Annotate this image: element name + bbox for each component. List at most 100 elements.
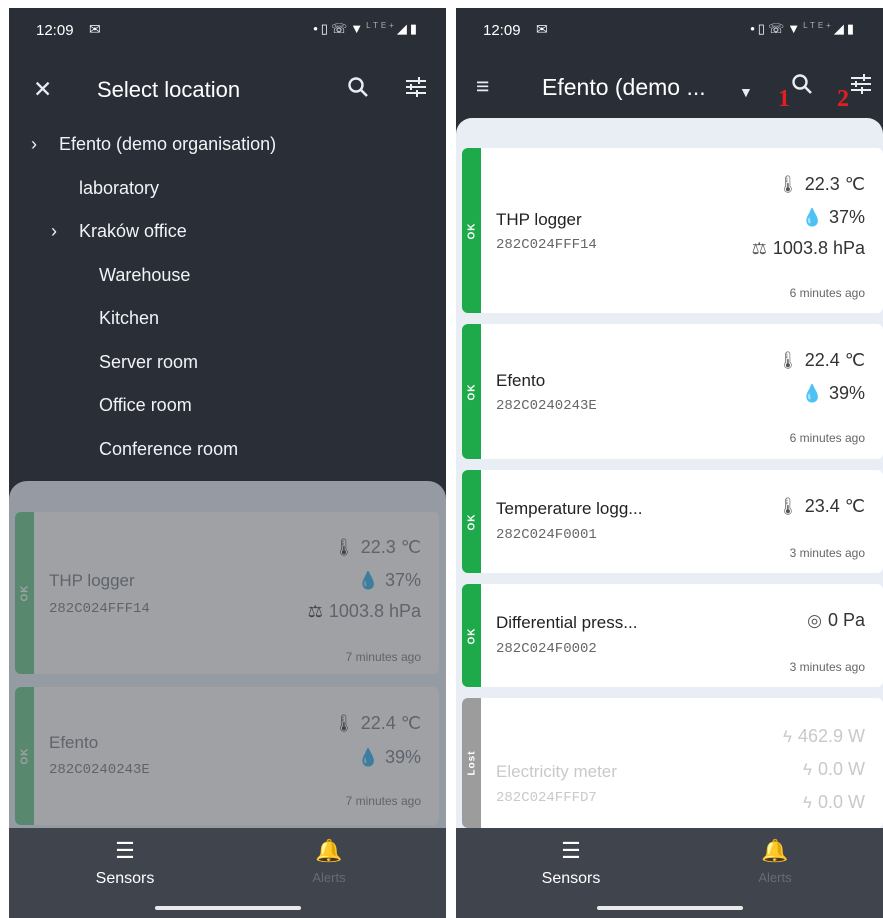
last-update: 7 minutes ago bbox=[345, 794, 421, 808]
humidity-icon: 💧 bbox=[801, 208, 823, 227]
sensor-name: Electricity meter bbox=[496, 762, 617, 781]
status-time: 12:09 bbox=[36, 22, 74, 39]
status-strip: Lost bbox=[462, 698, 481, 828]
thermometer-icon: 🌡 bbox=[777, 175, 799, 194]
call-lte-icon: ☏ bbox=[767, 21, 788, 36]
status-icons: •▯☏▼LTE+◢▮ bbox=[313, 21, 420, 37]
search-icon[interactable] bbox=[346, 75, 370, 105]
close-icon[interactable]: ✕ bbox=[33, 75, 52, 103]
status-bar: 12:09 ✉ •▯☏▼LTE+◢▮ bbox=[456, 8, 883, 54]
status-strip: OK bbox=[462, 324, 481, 459]
lte-label: LTE+ bbox=[803, 21, 834, 30]
tab-sensors-label: Sensors bbox=[541, 870, 601, 887]
chevron-right-icon[interactable]: › bbox=[31, 134, 37, 155]
wifi-icon: ▼ bbox=[787, 21, 804, 36]
temperature-value: 23.4 ℃ bbox=[804, 496, 865, 516]
home-indicator[interactable] bbox=[596, 906, 743, 910]
dot-icon: • bbox=[750, 21, 758, 36]
sensor-list-sheet: OK THP logger 282C024FFF14 🌡 22.3 ℃ 💧 37% … bbox=[9, 481, 446, 828]
sensor-name: Efento bbox=[49, 733, 99, 752]
sensor-card[interactable]: Lost Electricity meter 282C024FFFD7 ϟ 462… bbox=[462, 698, 883, 828]
status-time: 12:09 bbox=[483, 22, 521, 39]
tree-item-organisation[interactable]: Efento (demo organisation) bbox=[59, 134, 276, 155]
temperature-value: 22.3 ℃ bbox=[804, 174, 865, 194]
status-strip: OK bbox=[15, 687, 34, 825]
sensor-serial: 282C024FFFD7 bbox=[496, 790, 597, 806]
left-phone-screen: 12:09 ✉ •▯☏▼LTE+◢▮ ✕ Select location › E… bbox=[9, 8, 446, 918]
annotation-1: 1 bbox=[778, 86, 790, 112]
sensor-card[interactable]: OK Efento 282C0240243E 🌡 22.4 ℃ 💧 39% 7 mi… bbox=[15, 687, 439, 825]
sensor-serial: 282C0240243E bbox=[49, 762, 150, 778]
lightning-icon: ϟ bbox=[782, 727, 792, 746]
sensor-list: OK THP logger 282C024FFF14 🌡 22.3 ℃ 💧 37% … bbox=[456, 118, 883, 828]
gmail-icon: ✉ bbox=[536, 21, 548, 37]
dropdown-arrow-icon[interactable]: ▼ bbox=[739, 78, 753, 106]
last-update: 3 minutes ago bbox=[789, 660, 865, 674]
right-phone-screen: 12:09 ✉ •▯☏▼LTE+◢▮ ≡ Efento (demo ... ▼ … bbox=[456, 8, 883, 918]
sensor-card[interactable]: OK Efento 282C0240243E 🌡 22.4 ℃ 💧 39% 6 mi… bbox=[462, 324, 883, 459]
status-strip: OK bbox=[462, 584, 481, 687]
humidity-value: 37% bbox=[384, 570, 421, 590]
power-value: 0.0 W bbox=[817, 792, 865, 812]
vibrate-icon: ▯ bbox=[320, 21, 331, 36]
sensor-card[interactable]: OK THP logger 282C024FFF14 🌡 22.3 ℃ 💧 37% … bbox=[462, 148, 883, 313]
temperature-value: 22.3 ℃ bbox=[360, 537, 421, 557]
humidity-value: 37% bbox=[828, 207, 865, 227]
battery-icon: ▮ bbox=[409, 21, 420, 36]
tab-alerts-label: Alerts bbox=[758, 870, 792, 885]
last-update: 3 minutes ago bbox=[789, 546, 865, 560]
sensor-card[interactable]: OK Temperature logg... 282C024F0001 🌡 23.… bbox=[462, 470, 883, 573]
filter-icon[interactable] bbox=[404, 75, 428, 105]
sensor-name: THP logger bbox=[496, 210, 582, 229]
top-app-bar: ✕ Select location bbox=[9, 63, 446, 115]
tree-item-server-room[interactable]: Server room bbox=[99, 352, 198, 373]
bell-icon: 🔔 bbox=[761, 838, 789, 863]
tab-sensors[interactable]: ☰ Sensors bbox=[65, 838, 185, 888]
home-indicator[interactable] bbox=[154, 906, 301, 910]
thermometer-icon: 🌡 bbox=[333, 538, 355, 557]
diff-pressure-value: 0 Pa bbox=[827, 610, 865, 630]
location-title[interactable]: Efento (demo ... bbox=[542, 74, 706, 101]
tree-item-kitchen[interactable]: Kitchen bbox=[99, 308, 159, 329]
top-app-bar: ≡ Efento (demo ... ▼ 1 2 bbox=[456, 60, 883, 112]
sensor-serial: 282C024F0002 bbox=[496, 641, 597, 657]
call-lte-icon: ☏ bbox=[330, 21, 351, 36]
humidity-value: 39% bbox=[384, 747, 421, 767]
tab-sensors[interactable]: ☰ Sensors bbox=[511, 838, 631, 888]
page-title: Select location bbox=[97, 77, 241, 102]
tab-alerts[interactable]: 🔔 Alerts bbox=[715, 838, 835, 885]
gmail-icon: ✉ bbox=[89, 21, 101, 37]
humidity-icon: 💧 bbox=[357, 748, 379, 767]
list-icon: ☰ bbox=[561, 838, 581, 863]
bottom-navigation: ☰ Sensors 🔔 Alerts bbox=[456, 828, 883, 918]
wifi-icon: ▼ bbox=[350, 21, 367, 36]
sensor-name: THP logger bbox=[49, 571, 135, 590]
tab-alerts[interactable]: 🔔 Alerts bbox=[269, 838, 389, 885]
tree-item-office-room[interactable]: Office room bbox=[99, 395, 192, 416]
tree-item-laboratory[interactable]: laboratory bbox=[79, 178, 159, 199]
thermometer-icon: 🌡 bbox=[777, 351, 799, 370]
sensor-name: Differential press... bbox=[496, 613, 638, 632]
power-value: 462.9 W bbox=[797, 726, 865, 746]
tree-item-krakow-office[interactable]: Kraków office bbox=[79, 221, 187, 242]
vibrate-icon: ▯ bbox=[757, 21, 768, 36]
thermometer-icon: 🌡 bbox=[333, 714, 355, 733]
sensor-serial: 282C024F0001 bbox=[496, 527, 597, 543]
search-icon[interactable] bbox=[790, 72, 814, 102]
lightning-icon: ϟ bbox=[802, 760, 812, 779]
last-update: 7 minutes ago bbox=[345, 650, 421, 664]
sensor-card[interactable]: OK THP logger 282C024FFF14 🌡 22.3 ℃ 💧 37% … bbox=[15, 512, 439, 674]
sensor-card[interactable]: OK Differential press... 282C024F0002 ◎ 0… bbox=[462, 584, 883, 687]
bottom-navigation: ☰ Sensors 🔔 Alerts bbox=[9, 828, 446, 918]
thermometer-icon: 🌡 bbox=[777, 497, 799, 516]
menu-icon[interactable]: ≡ bbox=[476, 72, 489, 100]
status-strip: OK bbox=[15, 512, 34, 674]
sensor-serial: 282C024FFF14 bbox=[49, 601, 150, 617]
filter-icon[interactable] bbox=[849, 72, 873, 102]
chevron-right-icon[interactable]: › bbox=[51, 221, 57, 242]
tab-alerts-label: Alerts bbox=[312, 870, 346, 885]
weight-icon: ⚖ bbox=[307, 602, 323, 621]
tree-item-warehouse[interactable]: Warehouse bbox=[99, 265, 190, 286]
tree-item-conference-room[interactable]: Conference room bbox=[99, 439, 238, 460]
dot-icon: • bbox=[313, 21, 321, 36]
